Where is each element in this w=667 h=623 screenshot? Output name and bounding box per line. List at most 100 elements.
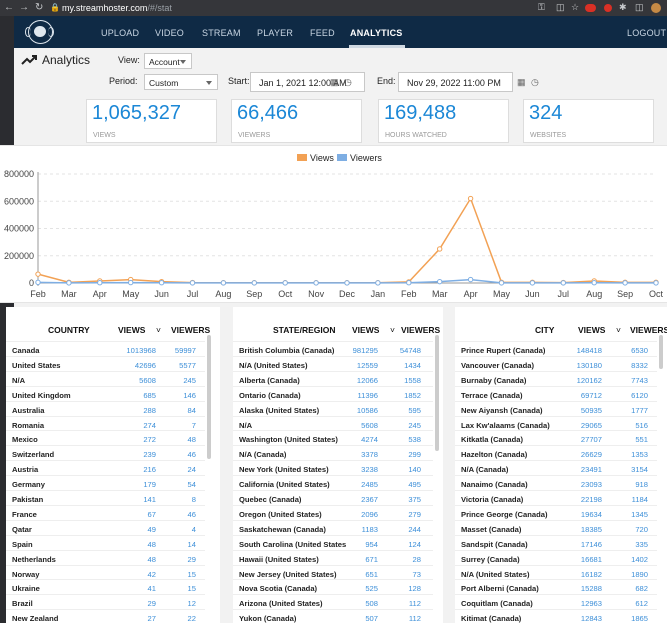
cell: Ontario (Canada) bbox=[239, 390, 301, 400]
cell: Kitimat (Canada) bbox=[461, 614, 522, 623]
header-col-name[interactable]: COUNTRY bbox=[48, 325, 90, 335]
header-col-views[interactable]: VIEWS bbox=[118, 325, 145, 335]
y-tick-label: 400000 bbox=[4, 224, 34, 234]
cell: 671 bbox=[365, 554, 378, 564]
key-icon[interactable]: ⚿ bbox=[538, 2, 545, 13]
cell: 4274 bbox=[361, 435, 378, 445]
view-select[interactable]: Account bbox=[144, 53, 192, 69]
header-col-views[interactable]: VIEWS bbox=[578, 325, 605, 335]
nav-video[interactable]: VIDEO bbox=[155, 28, 184, 38]
cell: 120162 bbox=[576, 375, 602, 385]
star-icon[interactable]: ☆ bbox=[571, 2, 579, 13]
state-table: STATE/REGION VIEWS ˅ VIEWERS British Columbi… bbox=[233, 307, 443, 623]
sort-icon[interactable]: ˅ bbox=[390, 325, 395, 335]
cell: 245 bbox=[408, 420, 421, 430]
table-row[interactable]: Yukon (Canada) 507 112 bbox=[233, 609, 433, 623]
avatar[interactable] bbox=[651, 3, 661, 13]
stat-card-views: 1,065,327 VIEWS bbox=[86, 99, 217, 143]
extension-icon[interactable] bbox=[604, 4, 612, 12]
cell: 5577 bbox=[179, 360, 196, 370]
header-col-viewers[interactable]: VIEWERS bbox=[171, 325, 210, 335]
header-col-name[interactable]: STATE/REGION bbox=[273, 325, 336, 335]
cell: Australia bbox=[12, 405, 45, 415]
scrollbar[interactable] bbox=[659, 335, 663, 369]
nav-analytics[interactable]: ANALYTICS bbox=[350, 28, 402, 38]
stat-caption: HOURS WATCHED bbox=[385, 132, 447, 139]
cell: Alaska (United States) bbox=[239, 405, 320, 415]
reload-icon[interactable]: ↻ bbox=[35, 2, 43, 13]
x-tick-label: Jul bbox=[558, 289, 570, 299]
cell: Burnaby (Canada) bbox=[461, 375, 527, 385]
clock-icon[interactable]: ◷ bbox=[531, 77, 539, 88]
clock-icon[interactable]: ◷ bbox=[344, 77, 352, 88]
cell: 272 bbox=[143, 435, 156, 445]
analytics-page: Analytics View: Account Period: Custom S… bbox=[0, 48, 667, 623]
cell: 8 bbox=[191, 495, 196, 504]
cell: 245 bbox=[183, 375, 196, 385]
logout-link[interactable]: LOGOUT bbox=[627, 28, 666, 38]
share-icon[interactable]: ◫ bbox=[556, 2, 565, 13]
cell: 15 bbox=[187, 584, 196, 594]
header-col-viewers[interactable]: VIEWERS bbox=[401, 325, 440, 335]
forward-icon[interactable]: → bbox=[19, 2, 29, 13]
cell: 538 bbox=[408, 435, 421, 445]
cell: Saskatchewan (Canada) bbox=[239, 524, 326, 534]
cell: N/A (Canada) bbox=[239, 450, 287, 460]
cell: 2485 bbox=[361, 480, 378, 490]
nav-feed[interactable]: FEED bbox=[310, 28, 335, 38]
data-point-viewers bbox=[529, 280, 536, 286]
period-select[interactable]: Custom bbox=[144, 74, 218, 90]
x-tick-label: Oct bbox=[649, 289, 664, 299]
table-row[interactable]: New Zealand 27 22 bbox=[6, 609, 205, 623]
cell: Lax Kw'alaams (Canada) bbox=[461, 420, 550, 430]
puzzle-icon[interactable]: ✱ bbox=[619, 2, 627, 13]
cell: Qatar bbox=[12, 524, 32, 534]
streamhoster-logo-icon[interactable] bbox=[25, 20, 54, 44]
cell: 651 bbox=[365, 569, 378, 579]
scrollbar[interactable] bbox=[435, 335, 439, 451]
page-title: Analytics bbox=[42, 53, 91, 67]
x-tick-label: Mar bbox=[432, 289, 448, 299]
back-icon[interactable]: ← bbox=[4, 2, 14, 13]
cell: 7743 bbox=[631, 375, 648, 385]
end-date-input[interactable]: Nov 29, 2022 11:00 PM bbox=[398, 72, 513, 92]
cell: Austria bbox=[12, 465, 39, 475]
address-bar[interactable]: my.streamhoster.com/#/stat bbox=[62, 3, 172, 13]
sidebar-icon[interactable]: ◫ bbox=[635, 2, 644, 13]
cell: 1852 bbox=[404, 390, 421, 400]
calendar-icon[interactable]: ▦ bbox=[330, 77, 339, 88]
cell: Port Alberni (Canada) bbox=[461, 584, 539, 594]
cell: 19634 bbox=[580, 509, 602, 519]
cell: 148418 bbox=[576, 346, 602, 355]
cell: Washington (United States) bbox=[239, 435, 338, 445]
cell: 495 bbox=[408, 480, 421, 490]
header-col-name[interactable]: CITY bbox=[535, 325, 554, 335]
adblock-icon[interactable] bbox=[585, 4, 596, 12]
scrollbar[interactable] bbox=[207, 335, 211, 459]
data-point-viewers bbox=[128, 279, 134, 286]
cell: 146 bbox=[183, 390, 196, 400]
cell: 1558 bbox=[404, 375, 421, 385]
nav-player[interactable]: PLAYER bbox=[257, 28, 293, 38]
calendar-icon[interactable]: ▦ bbox=[517, 77, 526, 88]
cell: 141 bbox=[143, 495, 156, 504]
cell: 918 bbox=[635, 480, 648, 490]
table-row[interactable]: Kitimat (Canada) 12843 1865 bbox=[455, 609, 657, 623]
sort-icon[interactable]: ˅ bbox=[156, 325, 161, 335]
data-point-views bbox=[467, 195, 474, 202]
stat-caption: VIEWERS bbox=[238, 132, 271, 139]
cell: New Aiyansh (Canada) bbox=[461, 405, 543, 415]
chevron-down-icon bbox=[206, 81, 212, 85]
x-tick-label: Jul bbox=[187, 289, 199, 299]
header-col-views[interactable]: VIEWS bbox=[352, 325, 379, 335]
cell: 16182 bbox=[580, 569, 602, 579]
nav-stream[interactable]: STREAM bbox=[202, 28, 241, 38]
country-table: COUNTRY VIEWS ˅ VIEWERS Canada 1013968 59997 Un… bbox=[6, 307, 220, 623]
cell: 54748 bbox=[399, 346, 421, 355]
nav-upload[interactable]: UPLOAD bbox=[101, 28, 139, 38]
cell: 29 bbox=[187, 554, 196, 564]
cell: 612 bbox=[635, 599, 648, 609]
header-col-viewers[interactable]: VIEWERS bbox=[630, 325, 667, 335]
stat-caption: VIEWS bbox=[93, 132, 116, 139]
sort-icon[interactable]: ˅ bbox=[616, 325, 621, 335]
